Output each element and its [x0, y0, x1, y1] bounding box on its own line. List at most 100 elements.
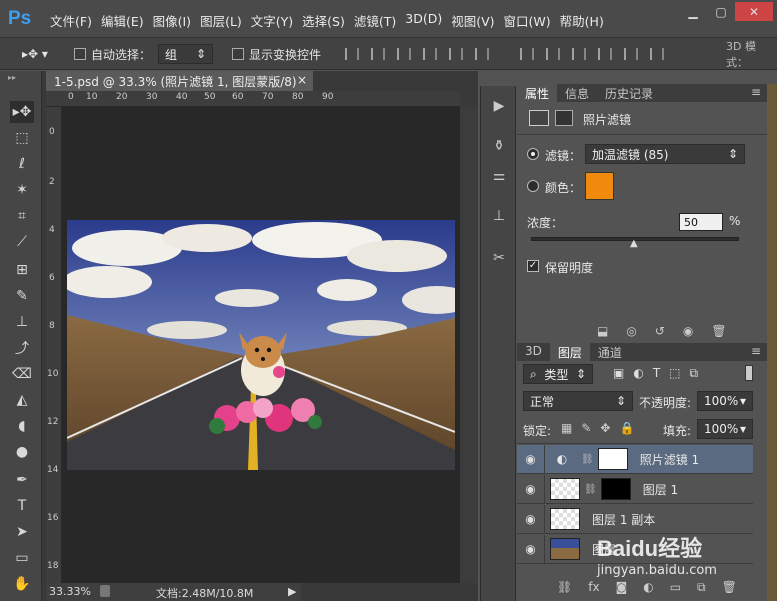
auto-select-dropdown[interactable]: 组 ⇕ — [158, 44, 213, 64]
distribute-top-icon[interactable] — [520, 48, 534, 60]
menu-help[interactable]: 帮助(H) — [560, 11, 613, 30]
menu-edit[interactable]: 编辑(E) — [101, 11, 153, 30]
eraser-tool-icon[interactable]: ⌫ — [10, 363, 34, 385]
minimize-icon[interactable]: ▁ — [679, 2, 707, 21]
menu-type[interactable]: 文字(Y) — [251, 11, 302, 30]
collapse-icon[interactable]: ▸▸ — [8, 73, 16, 82]
clone-stamp-icon[interactable]: ⊥ — [10, 311, 34, 333]
filter-dropdown[interactable]: 加温滤镜 (85) ⇕ — [585, 144, 745, 164]
tab-properties[interactable]: 属性 — [517, 84, 558, 102]
zoom-level[interactable]: 33.33% — [49, 585, 91, 598]
smart-object-filter-icon[interactable]: ⧉ — [690, 366, 699, 381]
rectangle-tool-icon[interactable]: ▭ — [10, 547, 34, 569]
reset-icon[interactable]: ↺ — [655, 324, 665, 338]
density-slider-thumb[interactable]: ▲ — [630, 238, 638, 249]
align-left-icon[interactable] — [423, 48, 437, 60]
align-top-icon[interactable] — [345, 48, 359, 60]
adjustment-icon[interactable] — [529, 110, 549, 126]
lock-transparent-icon[interactable]: ▦ — [561, 421, 572, 435]
eye-icon[interactable]: ◉ — [517, 474, 545, 504]
lasso-tool-icon[interactable]: ℓ — [10, 153, 34, 175]
link-icon[interactable]: ⛓ — [584, 484, 597, 495]
pen-tool-icon[interactable]: ✒ — [10, 469, 34, 491]
eye-icon[interactable]: ◉ — [517, 504, 545, 534]
layer-row[interactable]: ◉ 图层 1 副本 — [517, 504, 753, 534]
brush-tool-icon[interactable]: ✎ — [10, 285, 34, 307]
new-group-icon[interactable]: ▭ — [670, 580, 681, 595]
close-tab-icon[interactable]: × — [297, 73, 307, 87]
move-tool-icon[interactable]: ▸✥ — [10, 101, 34, 123]
menu-layer[interactable]: 图层(L) — [200, 11, 251, 30]
menu-select[interactable]: 选择(S) — [302, 11, 354, 30]
color-radio[interactable] — [527, 180, 539, 192]
lock-image-icon[interactable]: ✎ — [581, 421, 591, 435]
status-menu-arrow-icon[interactable]: ▶ — [288, 585, 296, 598]
add-mask-icon[interactable]: ◙ — [616, 580, 628, 595]
lock-position-icon[interactable]: ✥ — [600, 421, 610, 435]
type-tool-icon[interactable]: T — [10, 495, 34, 517]
eyedropper-icon[interactable]: ⟋ — [10, 231, 34, 253]
layer-row[interactable]: ◉ ◐ ⛓ 照片滤镜 1 — [517, 444, 753, 474]
distribute-vcenter-icon[interactable] — [546, 48, 560, 60]
tab-layers[interactable]: 图层 — [549, 343, 590, 361]
tab-info[interactable]: 信息 — [557, 84, 597, 102]
show-transform-checkbox[interactable]: 显示变换控件 — [232, 45, 321, 63]
opacity-input[interactable]: 100% ▾ — [697, 391, 753, 411]
link-icon[interactable]: ⛓ — [581, 454, 594, 465]
hand-tool-icon[interactable]: ✋ — [10, 573, 34, 595]
panel-menu-icon[interactable]: ≡ — [745, 84, 767, 102]
eye-icon[interactable]: ◉ — [517, 534, 545, 564]
magic-wand-icon[interactable]: ✶ — [10, 179, 34, 201]
layer-row[interactable]: ◉ ⛓ 图层 1 — [517, 474, 753, 504]
history-brush-icon[interactable]: ⤴ — [10, 337, 34, 359]
pixel-filter-icon[interactable]: ▣ — [613, 366, 624, 381]
align-vcenter-icon[interactable] — [371, 48, 385, 60]
menu-file[interactable]: 文件(F) — [50, 11, 101, 30]
type-filter-icon[interactable]: T — [653, 366, 660, 381]
delete-layer-icon[interactable]: 🗑 — [722, 580, 737, 595]
panel-menu-icon[interactable]: ≡ — [745, 343, 767, 361]
fill-input[interactable]: 100% ▾ — [697, 419, 753, 439]
clone-source-icon[interactable]: ⊥ — [488, 206, 510, 226]
move-tool-icon[interactable]: ▸✥ ▾ — [22, 45, 48, 63]
layer-filter-dropdown[interactable]: ⌕ 类型 ⇕ — [523, 364, 593, 384]
actions-icon[interactable]: ▶ — [488, 96, 510, 116]
color-swatch[interactable] — [585, 172, 614, 200]
tab-3d[interactable]: 3D — [517, 343, 550, 361]
new-adjustment-icon[interactable]: ◐ — [643, 580, 653, 595]
auto-select-checkbox[interactable]: 自动选择： — [74, 45, 151, 63]
tab-history[interactable]: 历史记录 — [597, 84, 661, 102]
adjustments-icon[interactable]: ⚌ — [488, 166, 510, 186]
filter-radio[interactable] — [527, 148, 539, 160]
eye-icon[interactable]: ◉ — [517, 444, 545, 474]
new-layer-icon[interactable]: ⧉ — [697, 580, 706, 595]
distribute-bottom-icon[interactable] — [572, 48, 586, 60]
menu-image[interactable]: 图像(I) — [153, 11, 200, 30]
close-icon[interactable]: ✕ — [735, 2, 773, 21]
align-hcenter-icon[interactable] — [449, 48, 463, 60]
adjustment-filter-icon[interactable]: ◐ — [633, 366, 643, 381]
tab-channels[interactable]: 通道 — [590, 343, 630, 361]
fx-icon[interactable]: fx — [588, 580, 599, 595]
marquee-tool-icon[interactable]: ⬚ — [10, 127, 34, 149]
align-bottom-icon[interactable] — [397, 48, 411, 60]
align-right-icon[interactable] — [475, 48, 489, 60]
menu-window[interactable]: 窗口(W) — [504, 11, 560, 30]
canvas-image[interactable] — [67, 220, 455, 470]
density-input[interactable]: 50 — [679, 213, 723, 231]
distribute-hcenter-icon[interactable] — [624, 48, 638, 60]
shape-filter-icon[interactable]: ⬚ — [669, 366, 680, 381]
filter-toggle[interactable] — [745, 365, 753, 381]
menu-filter[interactable]: 滤镜(T) — [354, 11, 405, 30]
document-scrollbar[interactable] — [460, 107, 478, 583]
paint-bucket-icon[interactable]: ◭ — [10, 389, 34, 411]
path-select-icon[interactable]: ➤ — [10, 521, 34, 543]
healing-brush-icon[interactable]: ⊞ — [10, 259, 34, 281]
tool-presets-icon[interactable]: ✂ — [488, 248, 510, 268]
crop-tool-icon[interactable]: ⌗ — [10, 205, 34, 227]
preserve-luminosity-checkbox[interactable]: ✓ — [527, 260, 539, 272]
view-previous-icon[interactable]: ◎ — [626, 324, 636, 338]
maximize-icon[interactable]: ▢ — [707, 2, 735, 21]
link-layers-icon[interactable]: ⛓ — [557, 580, 572, 595]
dodge-tool-icon[interactable]: ● — [10, 441, 34, 463]
